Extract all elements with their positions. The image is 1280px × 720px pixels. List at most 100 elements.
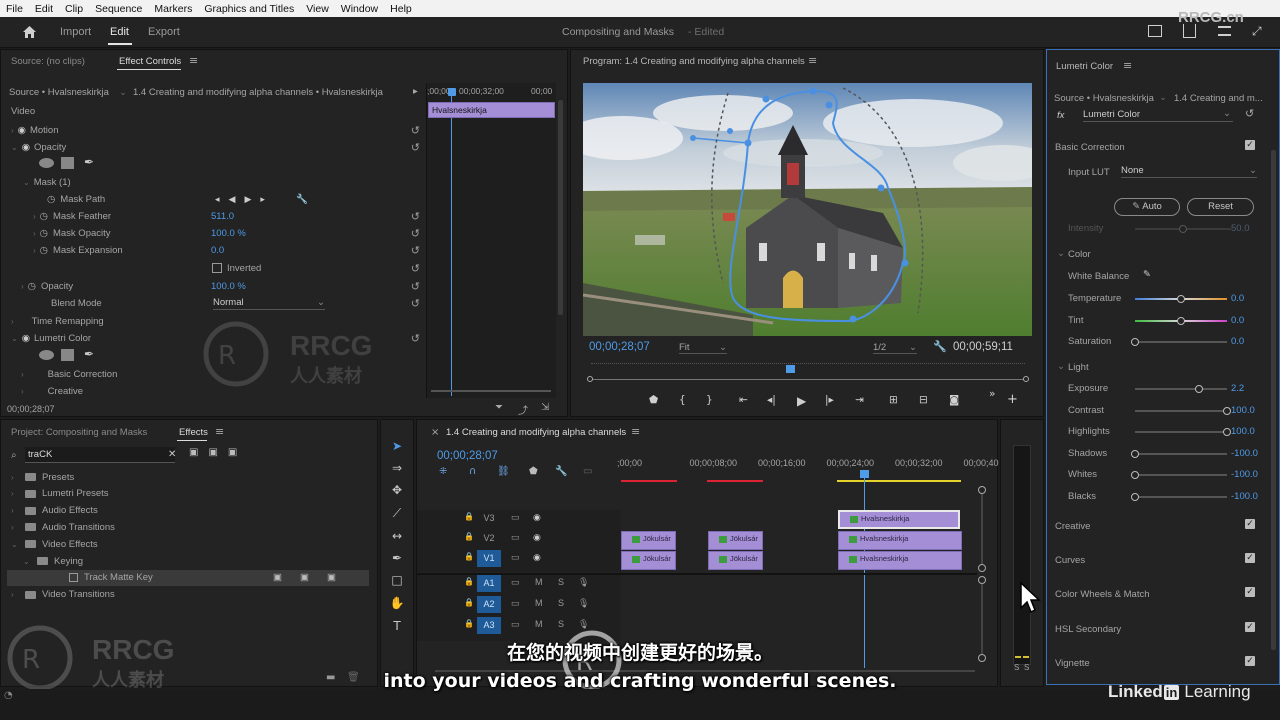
creative-checkbox[interactable]: ✓ (1245, 519, 1255, 529)
menu-file[interactable]: File (0, 3, 29, 15)
tint-slider-knob[interactable] (1177, 316, 1185, 325)
mask-track-controls[interactable]: ◂◀▶▸ (215, 194, 274, 205)
mark-in-icon[interactable]: { (679, 394, 686, 406)
mask-feather-value[interactable]: 511.0 (211, 211, 234, 222)
timeline-title[interactable]: 1.4 Creating and modifying alpha channel… (446, 427, 626, 438)
effects-tree-item[interactable]: Track Matte Key ▣▣▣ (7, 569, 369, 586)
chevron-down-icon[interactable]: ⌄ (1057, 248, 1065, 259)
blacks-slider-knob[interactable] (1131, 493, 1139, 501)
contrast-value[interactable]: 100.0 (1231, 405, 1255, 416)
clip-hval-v1[interactable]: Hvalsneskirkja (838, 551, 962, 570)
inverted-checkbox[interactable] (212, 263, 222, 273)
step-back-icon[interactable]: ◂| (767, 394, 776, 406)
eye-icon[interactable]: ◉ (22, 142, 30, 153)
timeline-playhead[interactable] (860, 470, 869, 478)
fit-select[interactable]: Fit ⌄ (679, 342, 727, 354)
effects-tree-item[interactable]: ⌄ Video Effects (1, 536, 371, 552)
pen-mask-icon[interactable]: ✒ (84, 155, 94, 169)
stopwatch-icon[interactable]: ◷ (40, 211, 48, 222)
track-label-a3[interactable]: A3 (477, 617, 501, 634)
sync-lock-icon[interactable]: ▭ (511, 577, 520, 588)
stopwatch-icon[interactable]: ◷ (47, 194, 55, 205)
temperature-value[interactable]: 0.0 (1231, 293, 1244, 304)
contrast-slider-knob[interactable] (1223, 406, 1231, 415)
play-only-icon[interactable]: ▸ (413, 86, 418, 97)
wrench-icon[interactable]: 🔧 (296, 194, 308, 205)
ripple-edit-tool-icon[interactable]: ✥ (389, 482, 405, 498)
stopwatch-icon[interactable]: ◷ (40, 228, 48, 239)
program-playhead[interactable] (786, 365, 796, 373)
settings-icon[interactable]: ⇲ (541, 402, 549, 413)
extract-icon[interactable]: ⊟ (919, 394, 928, 406)
shadows-slider-knob[interactable] (1131, 449, 1139, 458)
blacks-value[interactable]: -100.0 (1231, 491, 1258, 502)
opacity-row[interactable]: ⌄ ◉ Opacity ↺ (1, 139, 426, 155)
reset-button[interactable]: Reset (1187, 198, 1254, 216)
captions-icon[interactable]: ▭ (583, 466, 592, 477)
program-timecode[interactable]: 00;00;28;07 (589, 341, 650, 353)
color-wheels-match-heading[interactable]: Color Wheels & Match (1055, 589, 1150, 600)
import-tab[interactable]: Import (60, 26, 91, 38)
timeline-timecode[interactable]: 00;00;28;07 (437, 450, 498, 462)
reset-icon[interactable]: ↺ (411, 297, 420, 310)
highlights-value[interactable]: 100.0 (1231, 426, 1255, 437)
hand-tool-icon[interactable]: ✋ (389, 595, 405, 611)
temperature-slider-knob[interactable] (1177, 295, 1185, 303)
ec-current-time[interactable]: 00;00;28;07 (7, 404, 55, 414)
effect-controls-tab[interactable]: Effect Controls (119, 56, 181, 67)
reset-icon[interactable]: ↺ (411, 280, 420, 293)
panel-menu-icon[interactable]: ≡ (1123, 59, 1132, 72)
reset-icon[interactable]: ↺ (411, 262, 420, 275)
home-icon[interactable] (22, 25, 37, 39)
mute-button[interactable]: M (535, 598, 543, 608)
tint-slider[interactable] (1135, 316, 1227, 325)
saturation-slider-knob[interactable] (1131, 338, 1139, 347)
menu-view[interactable]: View (300, 3, 335, 15)
export-tab[interactable]: Export (148, 26, 180, 38)
mute-button[interactable]: M (535, 619, 543, 629)
creative-heading[interactable]: Creative (1055, 521, 1090, 532)
lumetri-source[interactable]: Source • Hvalsneskirkja (1054, 93, 1154, 104)
step-forward-icon[interactable]: |▸ (825, 394, 834, 406)
opacity-value[interactable]: 100.0 % (211, 281, 246, 292)
ec-scrollbar[interactable] (558, 100, 563, 315)
track-label-v1[interactable]: V1 (477, 550, 501, 567)
wrench-icon[interactable]: 🔧 (933, 340, 947, 353)
menu-help[interactable]: Help (384, 3, 418, 15)
clip-jokulsar-v2[interactable]: Jökulsár (621, 531, 676, 550)
v-scroll-handle[interactable] (978, 486, 986, 494)
shadows-value[interactable]: -100.0 (1231, 448, 1258, 459)
effects-tree-item[interactable]: › Video Transitions (1, 587, 371, 603)
track-label-a1[interactable]: A1 (477, 575, 501, 592)
panel-menu-icon[interactable]: ≡ (808, 54, 817, 67)
lock-icon[interactable]: 🔒 (464, 532, 474, 541)
wrench-icon[interactable]: 🔧 (555, 466, 567, 477)
basic-correction-heading[interactable]: Basic Correction (1055, 142, 1125, 153)
sync-lock-icon[interactable]: ▭ (511, 512, 520, 523)
auto-button[interactable]: ✎ Auto (1114, 198, 1180, 216)
mask-opacity-value[interactable]: 100.0 % (211, 228, 246, 239)
mask-expansion-value[interactable]: 0.0 (211, 245, 224, 256)
eye-icon[interactable]: ◉ (533, 532, 541, 543)
temperature-slider[interactable] (1135, 295, 1227, 303)
effects-tree-item[interactable]: › Audio Transitions (1, 519, 371, 535)
curves-checkbox[interactable]: ✓ (1245, 553, 1255, 564)
export-frame-icon[interactable]: ⤴ (518, 402, 528, 417)
close-icon[interactable]: × (431, 427, 439, 438)
rectangle-mask-icon[interactable] (61, 157, 74, 169)
lumetri-scrollbar[interactable] (1271, 150, 1276, 650)
mute-button[interactable]: M (535, 577, 543, 587)
menu-clip[interactable]: Clip (59, 3, 89, 15)
track-label-v2[interactable]: V2 (477, 530, 501, 547)
v-scrollbar[interactable] (981, 494, 983, 564)
panel-menu-icon[interactable]: ≡ (631, 425, 640, 438)
clip-hval-v3[interactable]: Hvalsneskirkja (838, 510, 960, 529)
nest-icon[interactable]: ⁜ (439, 466, 447, 477)
pen-mask-icon[interactable]: ✒ (84, 347, 94, 361)
solo-button[interactable]: S (558, 598, 564, 608)
fullscreen-icon[interactable]: ⤢ (1252, 25, 1265, 38)
type-tool-icon[interactable]: T (389, 618, 405, 634)
selection-tool-icon[interactable]: ➤ (389, 438, 405, 454)
fx-icon[interactable]: fx (1057, 110, 1064, 121)
chevron-down-icon[interactable]: ⌄ (119, 87, 127, 98)
